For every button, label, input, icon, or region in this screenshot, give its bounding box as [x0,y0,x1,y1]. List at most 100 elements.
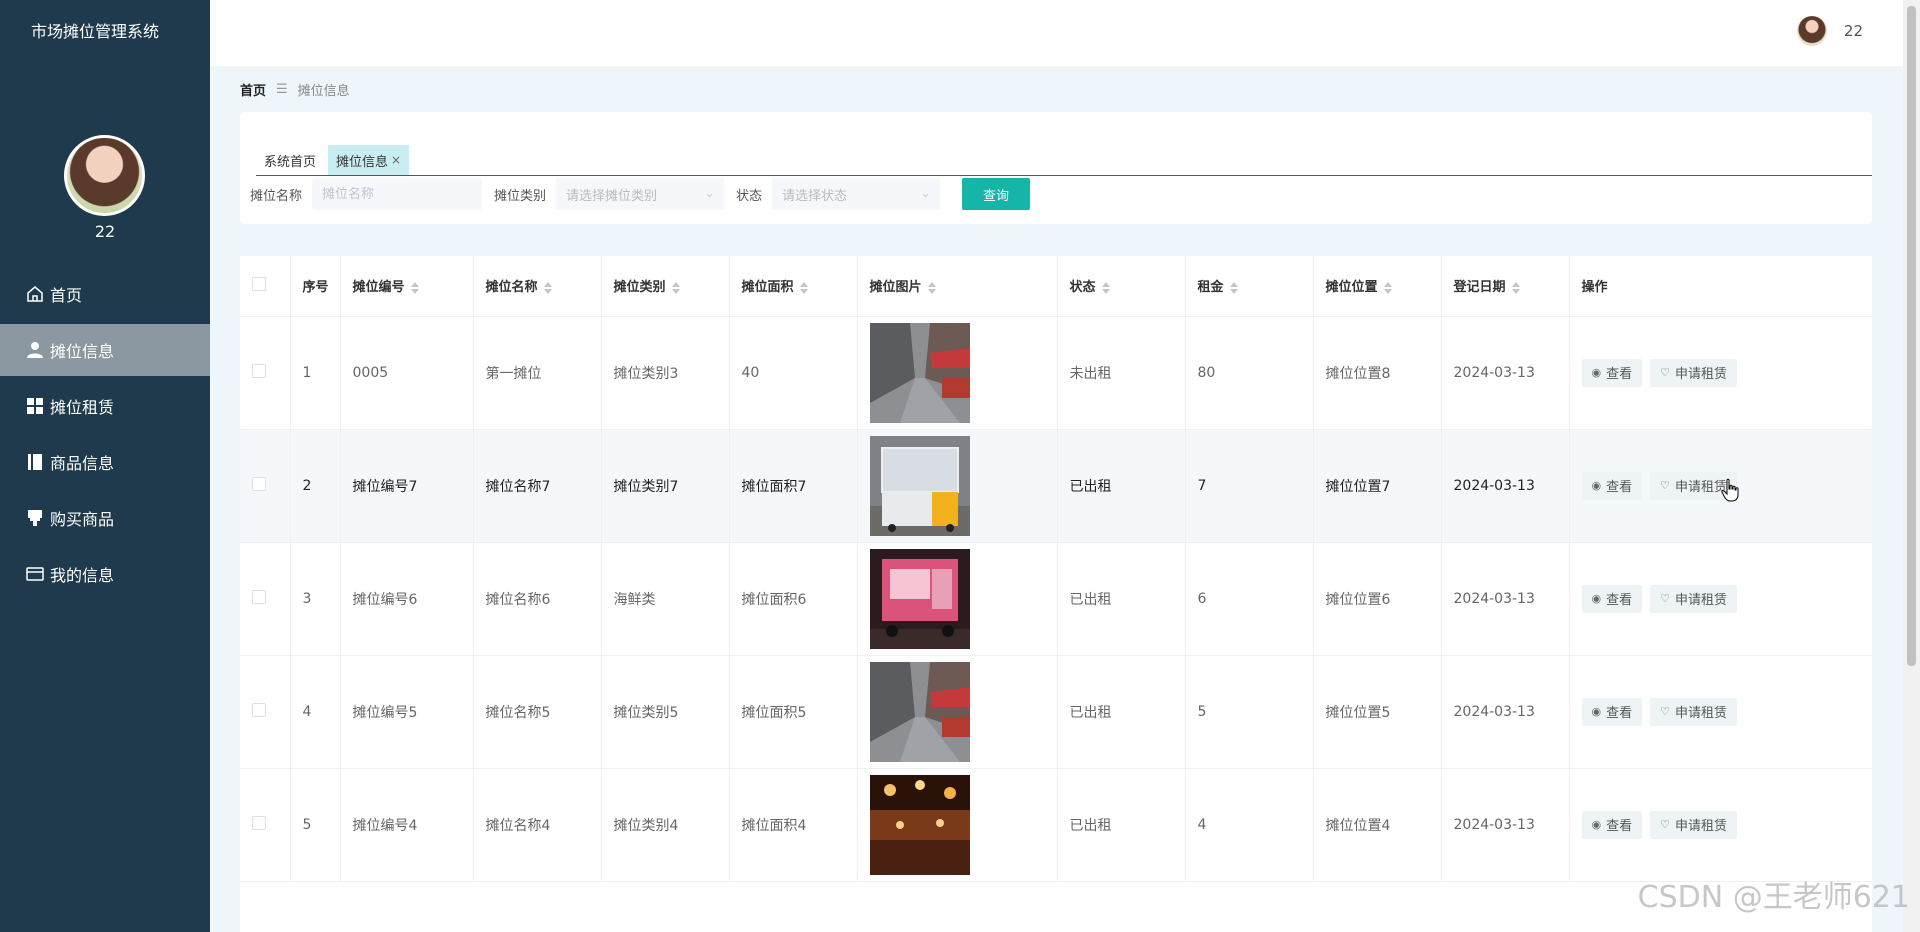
header-area[interactable]: 摊位面积 [729,256,858,317]
view-label: 查看 [1606,593,1633,608]
cell-status: 已出租 [1057,655,1186,769]
sidebar-item-stall-info[interactable]: 摊位信息 [0,324,210,376]
status-select[interactable]: 请选择状态 ⌄ [772,178,941,210]
cell-actions: ◉ 查看 ♡ 申请租赁 [1569,768,1872,882]
header-user-name[interactable]: 22 [1844,22,1863,40]
stall-image[interactable] [869,322,970,423]
row-select-cell [240,655,291,769]
stall-image[interactable] [869,435,970,536]
cell-area: 摊位面积4 [729,768,858,882]
user-avatar[interactable] [64,135,145,216]
stall-table: 序号 摊位编号 摊位名称 摊位类别 摊位面积 摊位图片 状态 租金 摊位位置 登… [240,256,1872,882]
eye-icon: ◉ [1591,592,1602,605]
header-rent[interactable]: 租金 [1185,256,1314,317]
apply-rent-button[interactable]: ♡ 申请租赁 [1650,358,1738,387]
sidebar-item-buy-goods[interactable]: 购买商品 [0,492,210,544]
tab-label: 系统首页 [264,154,317,170]
cell-actions: ◉ 查看 ♡ 申请租赁 [1569,655,1872,769]
sort-icon[interactable] [671,281,680,294]
view-button[interactable]: ◉ 查看 [1581,471,1643,500]
stall-image[interactable] [869,774,970,875]
view-label: 查看 [1606,706,1633,721]
row-checkbox[interactable] [252,702,266,717]
stall-name-input[interactable] [322,186,473,202]
sort-icon[interactable] [1511,281,1520,294]
stall-image[interactable] [869,661,970,762]
header-location[interactable]: 摊位位置 [1313,256,1442,317]
header-label: 摊位面积 [741,280,794,296]
eye-icon: ◉ [1591,818,1602,831]
header-name[interactable]: 摊位名称 [473,256,602,317]
breadcrumb-separator-icon: ☰ [276,82,288,97]
page-scrollbar[interactable] [1903,0,1920,932]
sidebar-menu: 首页 摊位信息 摊位租赁 商品信息 购买商品 我的信息 [0,268,210,604]
eye-icon: ◉ [1591,705,1602,718]
scrollbar-thumb[interactable] [1907,6,1916,666]
cell-status: 未出租 [1057,316,1186,430]
cell-category: 摊位类别7 [601,429,730,543]
view-button[interactable]: ◉ 查看 [1581,697,1643,726]
sidebar-item-label: 首页 [50,286,83,305]
sort-icon[interactable] [799,281,808,294]
header-label: 序号 [302,280,329,296]
apply-rent-button[interactable]: ♡ 申请租赁 [1650,584,1738,613]
cell-category: 摊位类别5 [601,655,730,769]
cell-image [857,768,1058,882]
header-image[interactable]: 摊位图片 [857,256,1058,317]
eye-icon: ◉ [1591,479,1602,492]
view-button[interactable]: ◉ 查看 [1581,358,1643,387]
table-row[interactable]: 2 摊位编号7 摊位名称7 摊位类别7 摊位面积7 已出租 7 摊位位置7 2024-03-13… [240,429,1872,543]
heart-icon: ♡ [1660,366,1670,379]
sidebar-item-goods-info[interactable]: 商品信息 [0,436,210,488]
search-button[interactable]: 查询 [962,178,1031,210]
header-avatar[interactable] [1797,16,1827,46]
table-row[interactable]: 5 摊位编号4 摊位名称4 摊位类别4 摊位面积4 已出租 4 摊位位置4 2024-03-13… [240,768,1872,882]
cell-image [857,316,1058,430]
stall-image[interactable] [869,548,970,649]
view-button[interactable]: ◉ 查看 [1581,810,1643,839]
sort-icon[interactable] [1101,281,1110,294]
header-label: 摊位名称 [485,280,538,296]
apply-rent-button[interactable]: ♡ 申请租赁 [1650,697,1738,726]
sort-icon[interactable] [927,281,936,294]
sidebar-item-my-info[interactable]: 我的信息 [0,548,210,600]
sidebar-item-home[interactable]: 首页 [0,268,210,320]
table-row[interactable]: 4 摊位编号5 摊位名称5 摊位类别5 摊位面积5 已出租 5 摊位位置5 2024-03-13… [240,655,1872,769]
cell-date: 2024-03-13 [1441,542,1570,656]
cell-date: 2024-03-13 [1441,655,1570,769]
breadcrumb-home[interactable]: 首页 [240,80,266,99]
header-status[interactable]: 状态 [1057,256,1186,317]
mouse-cursor-icon [1721,478,1739,502]
row-checkbox[interactable] [252,476,266,491]
tab-system-home[interactable]: 系统首页 [256,145,324,175]
header-category[interactable]: 摊位类别 [601,256,730,317]
sidebar-item-label: 购买商品 [50,510,115,529]
view-label: 查看 [1606,367,1633,382]
sort-icon[interactable] [543,281,552,294]
row-checkbox[interactable] [252,589,266,604]
apply-rent-label: 申请租赁 [1675,367,1728,382]
view-button[interactable]: ◉ 查看 [1581,584,1643,613]
select-all-checkbox[interactable] [252,276,266,291]
apply-rent-label: 申请租赁 [1675,819,1728,834]
cell-rent: 5 [1185,655,1314,769]
view-label: 查看 [1606,480,1633,495]
apply-rent-label: 申请租赁 [1675,480,1728,495]
sort-icon[interactable] [1383,281,1392,294]
table-header-row: 序号 摊位编号 摊位名称 摊位类别 摊位面积 摊位图片 状态 租金 摊位位置 登… [240,256,1872,317]
cell-category: 摊位类别4 [601,768,730,882]
table-row[interactable]: 3 摊位编号6 摊位名称6 海鲜类 摊位面积6 已出租 6 摊位位置6 2024-03-13 ◉ 查… [240,542,1872,656]
header-date[interactable]: 登记日期 [1441,256,1570,317]
tab-stall-info[interactable]: 摊位信息 × [328,145,410,175]
stall-category-select[interactable]: 请选择摊位类别 ⌄ [556,178,725,210]
row-checkbox[interactable] [252,363,266,378]
sidebar-item-stall-rent[interactable]: 摊位租赁 [0,380,210,432]
sort-icon[interactable] [410,281,419,294]
eye-icon: ◉ [1591,366,1602,379]
table-row[interactable]: 1 0005 第一摊位 摊位类别3 40 未出租 80 摊位位置8 2024-03-13 ◉ 查看 ♡… [240,316,1872,430]
header-code[interactable]: 摊位编号 [340,256,474,317]
sort-icon[interactable] [1229,281,1238,294]
apply-rent-button[interactable]: ♡ 申请租赁 [1650,810,1738,839]
close-icon[interactable]: × [391,153,401,167]
row-checkbox[interactable] [252,815,266,830]
